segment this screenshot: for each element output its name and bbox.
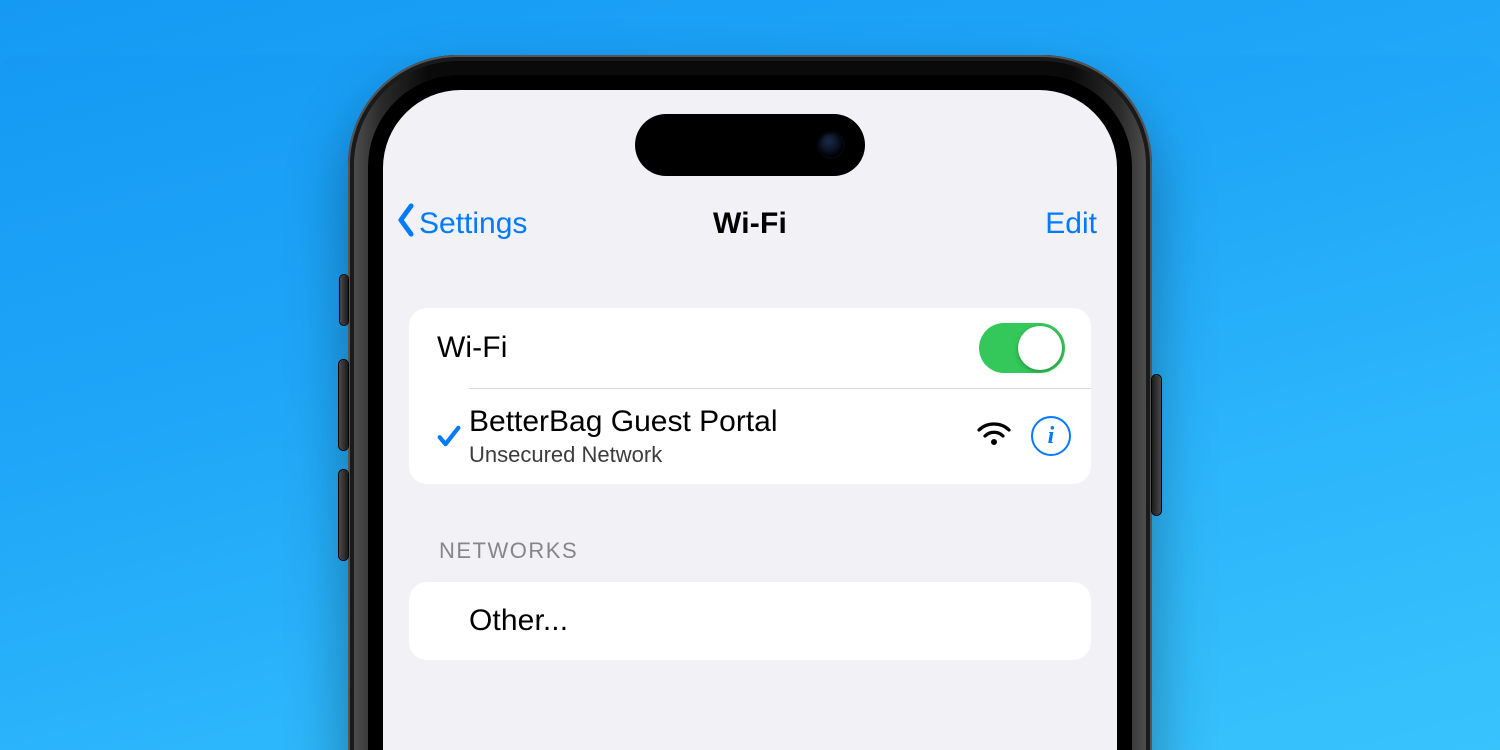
screen: Settings Wi-Fi Edit Wi-Fi — [383, 90, 1117, 750]
mute-switch[interactable] — [340, 275, 348, 325]
other-network-label: Other... — [469, 604, 1065, 638]
toggle-knob — [1018, 326, 1062, 370]
connected-network-name: BetterBag Guest Portal — [469, 405, 977, 440]
networks-header: Networks — [439, 538, 1117, 564]
front-camera — [819, 133, 843, 157]
other-network-row[interactable]: Other... — [409, 582, 1091, 660]
connected-network-text: BetterBag Guest Portal Unsecured Network — [469, 395, 977, 477]
connected-network-subtitle: Unsecured Network — [469, 442, 977, 467]
connected-network-row[interactable]: BetterBag Guest Portal Unsecured Network… — [409, 388, 1091, 484]
back-button[interactable]: Settings — [395, 202, 527, 246]
wifi-toggle-label: Wi-Fi — [437, 331, 979, 365]
power-button[interactable] — [1152, 375, 1161, 515]
wifi-toggle-row: Wi-Fi — [409, 308, 1091, 388]
nav-bar: Settings Wi-Fi Edit — [383, 198, 1117, 250]
chevron-left-icon — [395, 202, 417, 246]
networks-section: Other... — [409, 582, 1091, 660]
edit-button[interactable]: Edit — [1045, 207, 1097, 241]
dynamic-island — [635, 114, 865, 176]
back-label: Settings — [419, 207, 527, 241]
network-info-button[interactable]: i — [1031, 416, 1071, 456]
phone-bezel: Settings Wi-Fi Edit Wi-Fi — [368, 75, 1132, 750]
checkmark-icon — [429, 422, 469, 450]
wifi-toggle[interactable] — [979, 323, 1065, 373]
wifi-section: Wi-Fi BetterBag Guest Portal Unsecured N… — [409, 308, 1091, 484]
volume-up-button[interactable] — [339, 360, 348, 450]
phone-frame: Settings Wi-Fi Edit Wi-Fi — [348, 55, 1152, 750]
wifi-signal-icon — [977, 421, 1011, 452]
volume-down-button[interactable] — [339, 470, 348, 560]
connected-network-icons: i — [977, 416, 1071, 456]
